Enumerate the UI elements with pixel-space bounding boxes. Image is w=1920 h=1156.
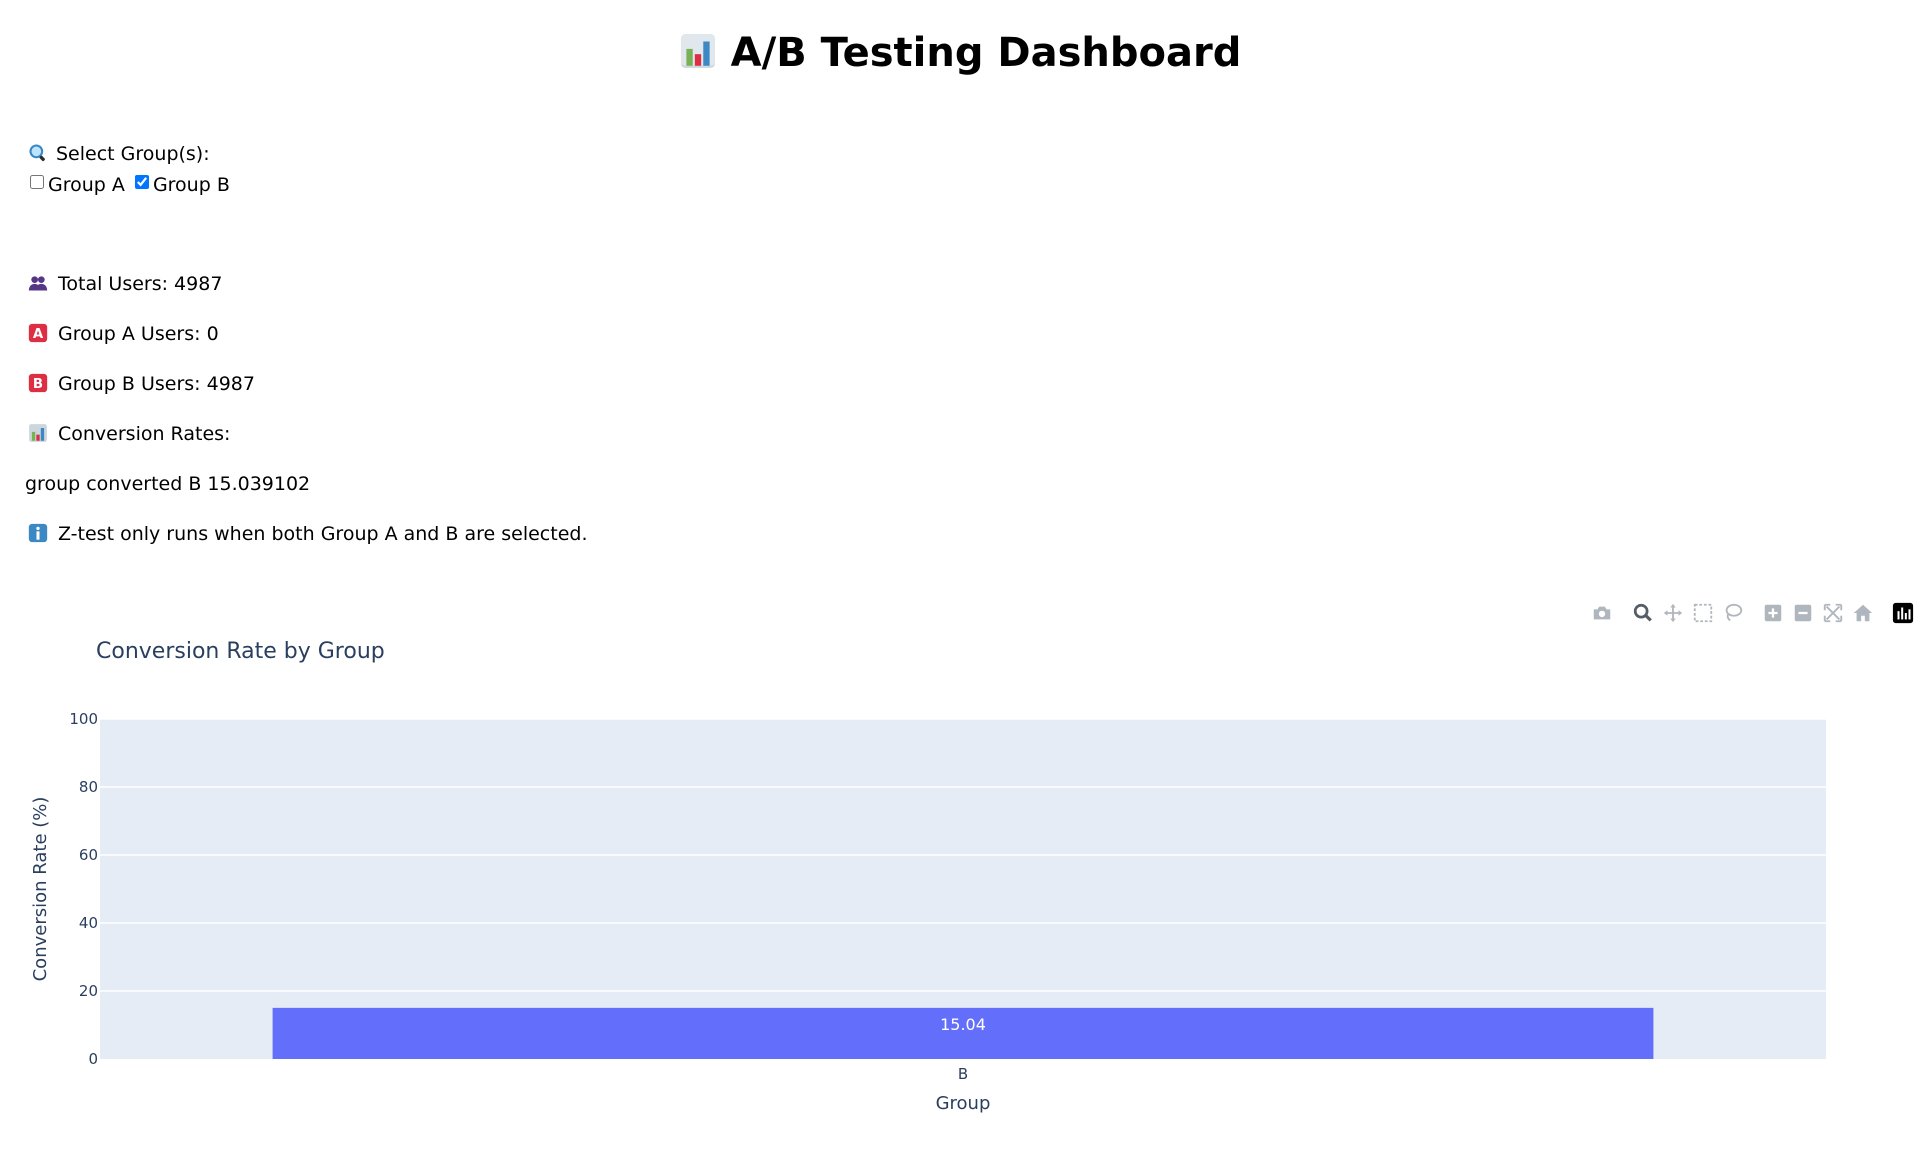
conversion-rate-chart: Conversion Rate by Group 0 20 40 60 80 100 15… [30, 639, 1826, 1114]
reset-axes-icon[interactable] [1852, 602, 1874, 624]
y-tick-label: 20 [79, 982, 98, 1000]
group-a-users-stat: A Group A Users: 0 [28, 323, 219, 345]
y-tick-label: 100 [69, 710, 98, 728]
plotly-logo-icon[interactable] [1892, 602, 1914, 624]
users-icon [28, 275, 48, 290]
y-tick-label: 0 [88, 1050, 98, 1068]
group-b-checkbox[interactable] [134, 175, 149, 189]
x-axis-title: Group [936, 1093, 991, 1114]
ztest-note-text: Z-test only runs when both Group A and B… [58, 523, 588, 545]
x-axis-ticks: B [958, 1065, 968, 1083]
page-title: A/B Testing Dashboard [0, 30, 1920, 76]
autoscale-icon[interactable] [1822, 602, 1844, 624]
group-b-label: Group B [152, 174, 230, 196]
group-checklist: Group A Group B [28, 174, 232, 196]
group-b-option[interactable]: Group B [133, 174, 230, 196]
y-tick-label: 80 [79, 778, 98, 796]
group-a-label: Group A [48, 174, 125, 196]
page-title-text: A/B Testing Dashboard [730, 30, 1242, 76]
bar-value-label: 15.04 [940, 1015, 986, 1034]
chart-title: Conversion Rate by Group [96, 639, 385, 664]
zoom-in-icon[interactable] [1762, 602, 1784, 624]
bar[interactable] [272, 1007, 1654, 1059]
group-a-users-text: Group A Users: 0 [58, 323, 219, 345]
conversion-row-text: group converted B 15.039102 [25, 473, 311, 495]
bar-series: 15.04 [272, 1007, 1654, 1059]
svg-text:A: A [33, 327, 44, 342]
zoom-icon[interactable] [1632, 602, 1654, 624]
group-selector-label: Select Group(s): [28, 143, 210, 165]
pan-icon[interactable] [1662, 602, 1684, 624]
bar-chart-emoji-icon [680, 34, 715, 68]
total-users-text: Total Users: 4987 [58, 273, 223, 295]
conversion-table-row: group converted B 15.039102 [25, 473, 310, 495]
group-b-users-text: Group B Users: 4987 [58, 373, 255, 395]
y-tick-label: 40 [79, 914, 98, 932]
magnifier-icon [29, 143, 45, 161]
x-tick-label: B [958, 1065, 968, 1083]
conversion-heading: Conversion Rates: [28, 423, 230, 445]
lasso-icon[interactable] [1722, 602, 1744, 624]
zoom-out-icon[interactable] [1792, 602, 1814, 624]
conversion-heading-text: Conversion Rates: [58, 423, 231, 445]
letter-b-badge-icon: B [28, 373, 48, 392]
letter-a-badge-icon: A [28, 323, 48, 342]
info-icon [28, 523, 48, 542]
group-b-users-stat: B Group B Users: 4987 [28, 373, 255, 395]
plot-area [100, 719, 1826, 1059]
svg-text:B: B [33, 377, 43, 392]
ztest-note: Z-test only runs when both Group A and B… [28, 523, 588, 545]
y-axis-title: Conversion Rate (%) [30, 797, 51, 982]
y-axis-ticks: 0 20 40 60 80 100 [69, 710, 98, 1068]
bar-chart-emoji-icon [29, 423, 47, 442]
grid-lines [100, 718, 1826, 992]
y-tick-label: 60 [79, 846, 98, 864]
total-users-stat: Total Users: 4987 [28, 273, 222, 295]
group-a-checkbox[interactable] [30, 175, 44, 189]
camera-icon[interactable] [1591, 602, 1613, 624]
group-selector-label-text: Select Group(s): [56, 143, 210, 165]
box-select-icon[interactable] [1692, 602, 1714, 624]
group-a-option[interactable]: Group A [28, 174, 125, 196]
